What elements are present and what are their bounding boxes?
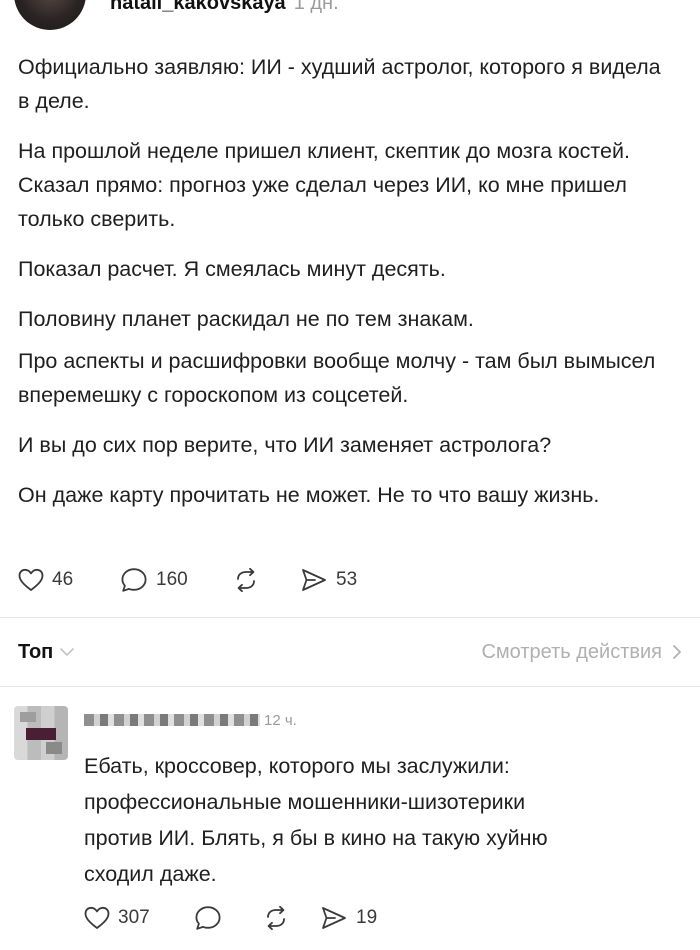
sort-dropdown[interactable]: Топ xyxy=(18,641,75,664)
post-text: Официально заявляю: ИИ - худший астролог… xyxy=(18,50,678,512)
like-button[interactable]: 46 xyxy=(18,568,120,592)
repost-button[interactable] xyxy=(232,567,300,593)
repost-icon xyxy=(267,905,285,931)
comment-bubble-icon xyxy=(195,906,221,930)
chevron-down-icon xyxy=(60,648,75,656)
comment-like-button[interactable]: 307 xyxy=(84,906,194,930)
comment-header: 12 ч. xyxy=(84,710,297,730)
heart-icon xyxy=(18,568,44,591)
comment-actions: 307 19 xyxy=(84,900,377,936)
see-actions-link[interactable]: Смотреть действия xyxy=(481,641,682,664)
post-time: 1 дн. xyxy=(293,0,339,14)
sort-label: Топ xyxy=(18,640,54,663)
comment-count: 160 xyxy=(156,569,188,590)
send-icon xyxy=(322,907,346,929)
author-avatar[interactable] xyxy=(14,0,86,30)
share-button[interactable]: 53 xyxy=(300,567,357,593)
post-actions: 46 160 53 xyxy=(18,562,357,598)
comment-reply-button[interactable] xyxy=(194,905,262,931)
post-paragraph: И вы до сих пор верите, что ИИ заменяет … xyxy=(18,433,552,457)
comment-time: 12 ч. xyxy=(264,711,297,729)
comment-repost-button[interactable] xyxy=(262,905,320,931)
divider xyxy=(0,617,700,618)
heart-icon xyxy=(84,906,110,929)
comment-like-count: 307 xyxy=(118,907,150,928)
blurred-commenter-name[interactable] xyxy=(84,714,260,726)
divider xyxy=(0,686,700,687)
like-count: 46 xyxy=(52,569,74,590)
post-paragraph: Официально заявляю: ИИ - худший астролог… xyxy=(18,55,661,113)
post-paragraph: Про аспекты и расшифровки вообще молчу -… xyxy=(18,349,656,407)
post-paragraph: Показал расчет. Я смеялась минут десять. xyxy=(18,257,446,281)
comment-bubble-icon xyxy=(121,568,147,592)
commenter-avatar[interactable] xyxy=(14,706,68,760)
comment-share-count: 19 xyxy=(356,907,378,928)
see-actions-label: Смотреть действия xyxy=(481,640,662,663)
send-icon xyxy=(302,569,326,591)
post-author-header[interactable]: natali_kakovskaya 1 дн. xyxy=(110,0,339,15)
comment-line: Ебать, кроссовер, которого мы заслужили: xyxy=(84,754,510,778)
post-paragraph: Он даже карту прочитать не может. Не то … xyxy=(18,483,600,507)
comment-share-button[interactable]: 19 xyxy=(320,905,377,931)
chevron-right-icon xyxy=(673,645,681,659)
comment-button[interactable]: 160 xyxy=(120,567,232,593)
post-paragraph: Половину планет раскидал не по тем знака… xyxy=(18,307,474,331)
comments-filter-row: Топ Смотреть действия xyxy=(18,634,682,670)
repost-icon xyxy=(237,567,255,593)
share-count: 53 xyxy=(336,569,358,590)
comment-text: Ебать, кроссовер, которого мы заслужили:… xyxy=(84,748,674,892)
comment-line: сходил даже. xyxy=(84,862,217,886)
comment-line: профессиональные мошенники-шизотерики xyxy=(84,790,526,814)
post-author-name[interactable]: natali_kakovskaya xyxy=(110,0,286,14)
comment-line: против ИИ. Блять, я бы в кино на такую х… xyxy=(84,826,548,850)
post-paragraph: На прошлой неделе пришел клиент, скептик… xyxy=(18,139,630,231)
